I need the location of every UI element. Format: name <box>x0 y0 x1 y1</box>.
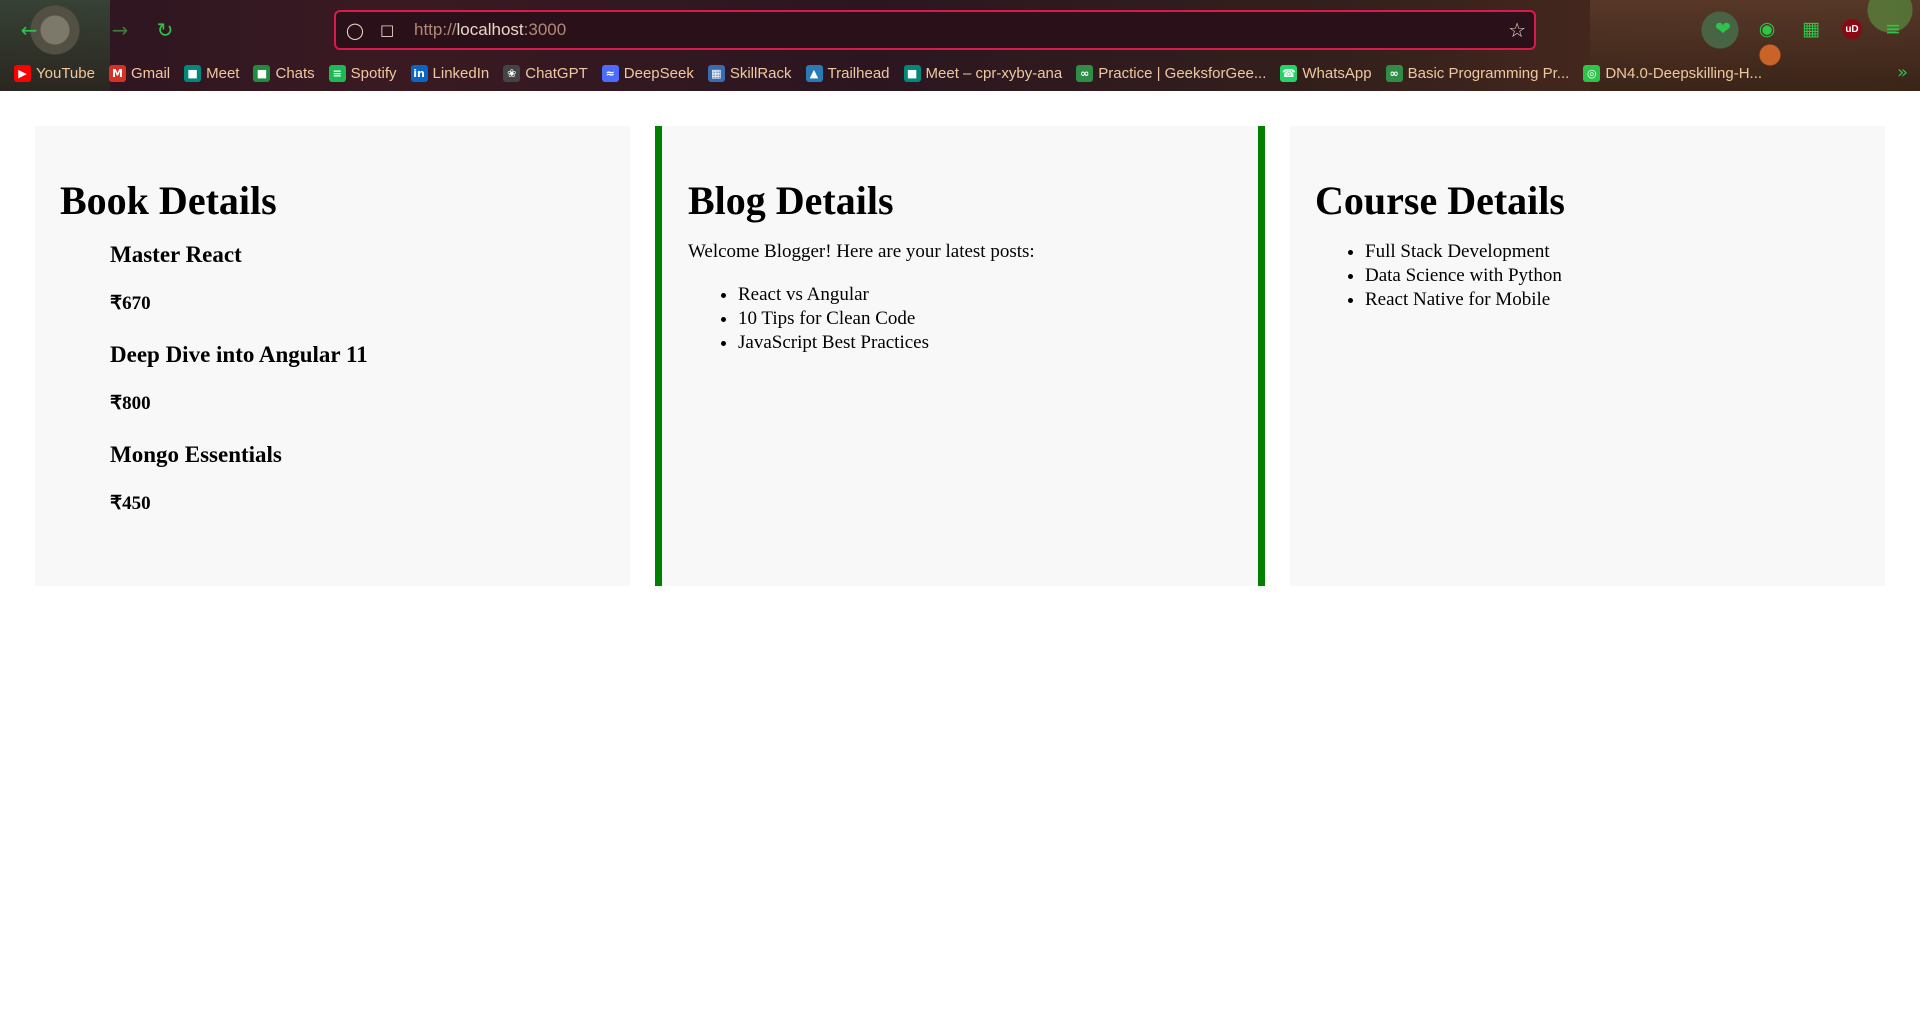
back-button[interactable]: ← <box>14 15 44 45</box>
bookmark-label: WhatsApp <box>1302 64 1372 82</box>
course-item: React Native for Mobile <box>1365 288 1860 312</box>
book-price: ₹450 <box>110 493 151 514</box>
bookmark-item[interactable]: ▶ YouTube <box>14 64 95 82</box>
page-content: Book Details Master React ₹670 Deep Dive… <box>0 91 1920 1026</box>
bookmark-label: Meet <box>206 64 240 82</box>
trailhead-icon: ▲ <box>805 64 823 82</box>
course-list: Full Stack Development Data Science with… <box>1315 240 1860 312</box>
blog-post-list: React vs Angular 10 Tips for Clean Code … <box>688 283 1232 355</box>
youtube-icon: ▶ <box>14 64 31 82</box>
linkedin-icon: in <box>410 64 428 82</box>
bookmark-label: YouTube <box>36 64 95 82</box>
bookmark-label: Spotify <box>350 64 397 82</box>
book-title: Mongo Essentials <box>110 442 282 467</box>
course-details-heading: Course Details <box>1315 178 1565 223</box>
book-item: Master React ₹670 <box>110 240 605 316</box>
ublock-icon[interactable]: uD <box>1842 19 1862 39</box>
shield-icon[interactable]: ◯ <box>346 21 368 40</box>
bookmark-label: ChatGPT <box>525 64 588 82</box>
book-details-panel: Book Details Master React ₹670 Deep Dive… <box>35 126 630 586</box>
bookmark-item[interactable]: ▲ Trailhead <box>805 64 890 82</box>
bookmark-label: SkillRack <box>729 64 792 82</box>
bookmark-item[interactable]: ◎ DN4.0-Deepskilling-H... <box>1583 64 1763 82</box>
bookmarks-bar: ▶ YouTube M Gmail ■ Meet ■ Chats ≡ Spotify in Linke… <box>14 61 1880 85</box>
account-icon[interactable]: ◉ <box>1754 16 1780 42</box>
blog-intro-text: Welcome Blogger! Here are your latest po… <box>688 241 1035 262</box>
chatgpt-icon: ❀ <box>503 64 521 82</box>
url-host: localhost <box>456 20 524 39</box>
blog-post-item: React vs Angular <box>738 283 1232 307</box>
reload-icon: ↻ <box>156 18 174 42</box>
course-details-panel: Course Details Full Stack Development Da… <box>1290 126 1885 586</box>
bookmark-label: DN4.0-Deepskilling-H... <box>1605 64 1763 82</box>
bookmark-item[interactable]: ▦ SkillRack <box>707 64 792 82</box>
book-item: Deep Dive into Angular 11 ₹800 <box>110 340 605 416</box>
blog-details-heading: Blog Details <box>688 178 894 223</box>
book-title: Master React <box>110 242 242 267</box>
url-scheme: http:// <box>414 20 457 39</box>
course-item: Full Stack Development <box>1365 240 1860 264</box>
bookmark-item[interactable]: ≡ Spotify <box>328 64 397 82</box>
bookmark-item[interactable]: ■ Meet <box>184 64 240 82</box>
extensions-icon[interactable]: ▦ <box>1798 16 1824 42</box>
bookmark-label: Basic Programming Pr... <box>1407 64 1570 82</box>
bookmark-item[interactable]: ∞ Basic Programming Pr... <box>1385 64 1570 82</box>
browser-toolbar: ← → ↻ ◯ □ http://localhost:3000 ☆ ❤ ◉ ▦ … <box>0 0 1920 91</box>
globe-icon: ◎ <box>1583 64 1601 82</box>
blog-post-item: 10 Tips for Clean Code <box>738 307 1232 331</box>
bookmark-label: Trailhead <box>827 64 890 82</box>
meet-icon: ■ <box>903 64 921 82</box>
pocket-icon[interactable]: ❤ <box>1710 16 1736 42</box>
page-icon[interactable]: □ <box>380 21 402 39</box>
skillrack-icon: ▦ <box>707 64 725 82</box>
back-arrow-icon: ← <box>20 18 38 42</box>
book-title: Deep Dive into Angular 11 <box>110 342 368 367</box>
bookmark-star-icon[interactable]: ☆ <box>1508 18 1526 42</box>
chats-icon: ■ <box>253 64 271 82</box>
reload-button[interactable]: ↻ <box>150 15 180 45</box>
gmail-icon: M <box>108 64 126 82</box>
bookmark-item[interactable]: ≈ DeepSeek <box>601 64 694 82</box>
forward-arrow-icon: → <box>111 18 129 42</box>
bookmark-label: Meet – cpr-xyby-ana <box>925 64 1063 82</box>
bookmark-label: LinkedIn <box>432 64 490 82</box>
bookmark-item[interactable]: in LinkedIn <box>410 64 490 82</box>
bookmark-label: Gmail <box>130 64 171 82</box>
whatsapp-icon: ☎ <box>1280 64 1298 82</box>
course-item: Data Science with Python <box>1365 264 1860 288</box>
bookmark-item[interactable]: ■ Chats <box>253 64 315 82</box>
bookmark-label: Chats <box>275 64 315 82</box>
meet-icon: ■ <box>184 64 202 82</box>
bookmark-item[interactable]: M Gmail <box>108 64 171 82</box>
blog-post-item: JavaScript Best Practices <box>738 331 1232 355</box>
book-details-heading: Book Details <box>60 178 277 223</box>
geeksforgeeks-icon: ∞ <box>1385 64 1403 82</box>
book-list: Master React ₹670 Deep Dive into Angular… <box>110 240 605 516</box>
url-port: :3000 <box>523 20 567 39</box>
bookmarks-overflow-icon[interactable]: » <box>1897 62 1908 83</box>
bookmark-item[interactable]: ☎ WhatsApp <box>1280 64 1372 82</box>
forward-button[interactable]: → <box>105 15 135 45</box>
spotify-icon: ≡ <box>328 64 346 82</box>
bookmark-item[interactable]: ∞ Practice | GeeksforGee... <box>1076 64 1267 82</box>
blog-details-panel: Blog Details Welcome Blogger! Here are y… <box>655 126 1265 586</box>
book-price: ₹670 <box>110 293 151 314</box>
url-text[interactable]: http://localhost:3000 <box>414 20 566 40</box>
book-price: ₹800 <box>110 393 151 414</box>
bookmark-item[interactable]: ❀ ChatGPT <box>503 64 588 82</box>
book-item: Mongo Essentials ₹450 <box>110 440 605 516</box>
bookmark-label: Practice | GeeksforGee... <box>1098 64 1267 82</box>
toolbar-right: ❤ ◉ ▦ uD ≡ <box>1710 16 1906 42</box>
address-bar[interactable]: ◯ □ http://localhost:3000 ☆ <box>334 10 1536 50</box>
deepseek-icon: ≈ <box>601 64 619 82</box>
bookmark-item[interactable]: ■ Meet – cpr-xyby-ana <box>903 64 1063 82</box>
geeksforgeeks-icon: ∞ <box>1076 64 1094 82</box>
bookmark-label: DeepSeek <box>623 64 694 82</box>
menu-icon[interactable]: ≡ <box>1880 16 1906 42</box>
